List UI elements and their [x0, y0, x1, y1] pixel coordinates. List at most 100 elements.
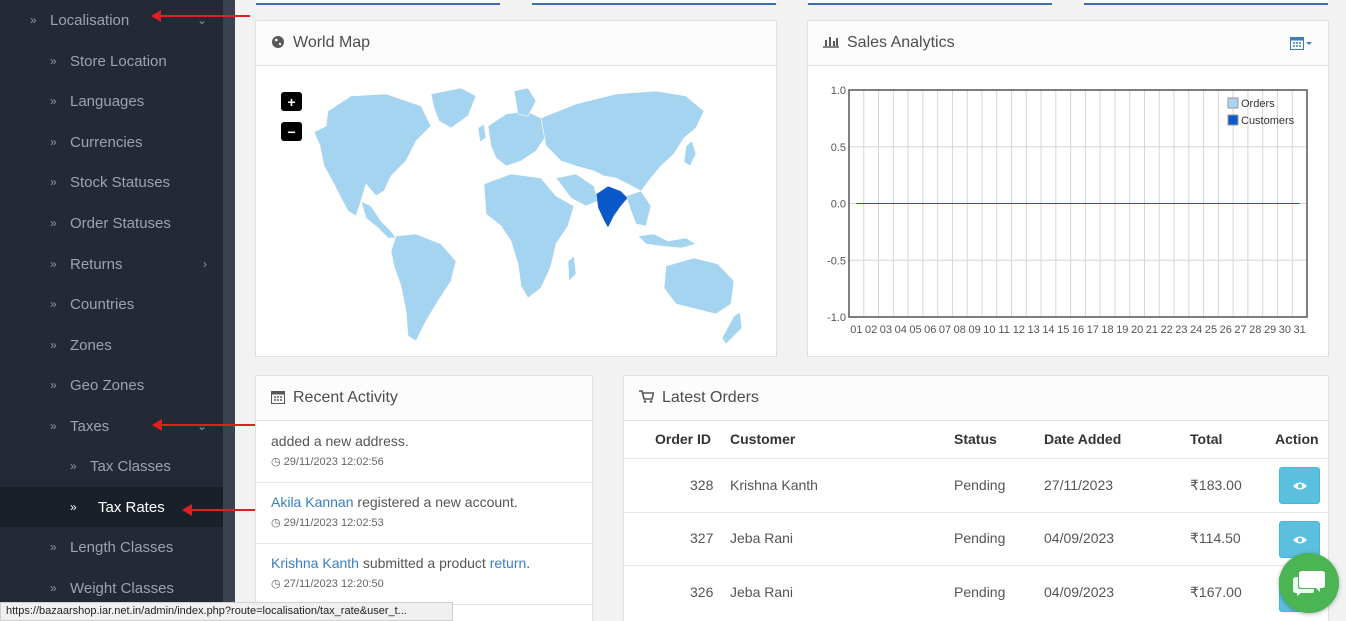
x-tick-label: 16 — [1072, 324, 1084, 336]
sidebar-item-order-statuses[interactable]: » Order Statuses — [0, 203, 223, 243]
world-map-graphic — [313, 87, 743, 345]
panel-stub — [256, 0, 500, 5]
eye-icon — [1292, 536, 1307, 543]
sidebar: » Localisation ⌄ » Store Location » Lang… — [0, 0, 235, 621]
customer-link[interactable]: Krishna Kanth — [271, 555, 359, 571]
chevron-right-icon: » — [50, 54, 57, 68]
table-row: 326 Jeba Rani Pending 04/09/2023 ₹167.00 — [624, 565, 1328, 619]
x-tick-label: 12 — [1013, 324, 1025, 336]
chevron-right-icon: » — [50, 94, 57, 108]
zoom-in-button[interactable]: + — [281, 92, 302, 111]
x-tick-label: 28 — [1249, 324, 1261, 336]
chevron-right-icon: » — [50, 581, 57, 595]
activity-item: Krishna Kanth submitted a product return… — [256, 554, 592, 605]
activity-text: registered a new account. — [353, 494, 518, 510]
order-id: 327 — [690, 530, 714, 546]
x-tick-label: 25 — [1205, 324, 1217, 336]
sidebar-item-returns[interactable]: » Returns › — [0, 244, 223, 284]
sidebar-item-countries[interactable]: » Countries — [0, 284, 223, 324]
sidebar-item-label: Store Location — [70, 52, 167, 70]
activity-text: added a new address. — [271, 433, 409, 449]
panel-title: World Map — [293, 34, 371, 51]
panel-heading: World Map — [256, 21, 776, 66]
column-header-date-added[interactable]: Date Added — [1044, 431, 1121, 447]
y-tick-label: -0.5 — [827, 255, 846, 267]
x-tick-label: 08 — [954, 324, 966, 336]
x-tick-label: 07 — [939, 324, 951, 336]
calendar-icon — [271, 390, 285, 407]
world-map[interactable]: + − — [256, 66, 776, 356]
sidebar-item-localisation[interactable]: » Localisation ⌄ — [0, 0, 223, 40]
sidebar-item-taxes[interactable]: » Taxes ⌄ — [0, 406, 223, 446]
column-header-customer[interactable]: Customer — [730, 431, 795, 447]
panel-title: Recent Activity — [293, 389, 398, 406]
order-status: Pending — [954, 530, 1006, 546]
sidebar-item-stock-statuses[interactable]: » Stock Statuses — [0, 162, 223, 202]
sidebar-item-label: Stock Statuses — [70, 173, 171, 191]
column-header-total[interactable]: Total — [1190, 431, 1222, 447]
x-tick-label: 05 — [909, 324, 921, 336]
x-tick-label: 04 — [895, 324, 907, 336]
panel-title: Latest Orders — [662, 389, 759, 406]
calendar-dropdown-button[interactable] — [1290, 36, 1312, 53]
x-tick-label: 20 — [1131, 324, 1143, 336]
column-header-status[interactable]: Status — [954, 431, 997, 447]
clock-icon: ◷ — [271, 578, 284, 590]
x-tick-label: 31 — [1293, 324, 1305, 336]
chevron-right-icon: » — [70, 459, 77, 473]
return-link[interactable]: return — [490, 555, 527, 571]
y-tick-label: 0.5 — [831, 142, 846, 154]
y-tick-label: 1.0 — [831, 85, 846, 97]
x-tick-label: 30 — [1279, 324, 1291, 336]
annotation-arrow — [152, 419, 259, 431]
chevron-right-icon: » — [70, 500, 77, 514]
activity-time: ◷ 29/11/2023 12:02:53 — [271, 516, 577, 529]
sidebar-item-label: Geo Zones — [70, 376, 145, 394]
chevron-right-icon: » — [50, 216, 57, 230]
x-tick-label: 17 — [1087, 324, 1099, 336]
customer-link[interactable]: Akila Kannan — [271, 494, 354, 510]
panel-stub — [1084, 0, 1328, 5]
sidebar-item-languages[interactable]: » Languages — [0, 81, 223, 121]
sidebar-item-zones[interactable]: » Zones — [0, 325, 223, 365]
chevron-right-icon: » — [30, 13, 37, 27]
sidebar-item-currencies[interactable]: » Currencies — [0, 122, 223, 162]
calendar-icon — [1290, 37, 1312, 50]
order-date: 04/09/2023 — [1044, 584, 1115, 600]
panel-heading: Latest Orders — [624, 376, 1328, 421]
view-order-button[interactable] — [1279, 467, 1320, 504]
x-tick-label: 09 — [968, 324, 980, 336]
x-tick-label: 26 — [1220, 324, 1232, 336]
sidebar-item-geo-zones[interactable]: » Geo Zones — [0, 365, 223, 405]
india-region[interactable] — [595, 185, 629, 229]
sidebar-item-label: Tax Classes — [90, 457, 171, 475]
customer-name: Jeba Rani — [730, 584, 794, 600]
x-tick-label: 15 — [1057, 324, 1069, 336]
x-tick-label: 18 — [1101, 324, 1113, 336]
activity-timestamp: 27/11/2023 12:20:50 — [283, 578, 384, 590]
order-date: 04/09/2023 — [1044, 530, 1115, 546]
sidebar-scrollbar[interactable] — [223, 0, 235, 621]
x-tick-label: 21 — [1146, 324, 1158, 336]
chat-button[interactable] — [1279, 553, 1339, 613]
y-tick-label: 0.0 — [831, 199, 846, 211]
sales-chart: 1.0 0.5 0.0 -0.5 -1.0 01 02 03 04 05 06 07 08 09 10 11 1… — [827, 85, 1308, 336]
zoom-out-button[interactable]: − — [281, 122, 302, 141]
sidebar-item-label: Tax Rates — [98, 498, 165, 516]
panel-heading: Sales Analytics — [808, 21, 1328, 66]
sidebar-item-length-classes[interactable]: » Length Classes — [0, 527, 223, 567]
chevron-right-icon: » — [50, 378, 57, 392]
column-header-order-id[interactable]: Order ID — [655, 431, 711, 447]
sidebar-item-tax-classes[interactable]: » Tax Classes — [0, 446, 223, 486]
sidebar-item-store-location[interactable]: » Store Location — [0, 41, 223, 81]
activity-time: ◷ 29/11/2023 12:02:56 — [271, 455, 577, 468]
sales-analytics-panel: Sales Analytics 1.0 0.5 0.0 -0.5 -1.0 01 02 03 0… — [807, 20, 1329, 357]
x-tick-label: 01 — [850, 324, 862, 336]
sidebar-item-label: Countries — [70, 295, 135, 313]
chevron-right-icon: » — [50, 297, 57, 311]
customer-name: Jeba Rani — [730, 530, 794, 546]
chat-icon — [1293, 571, 1325, 596]
sidebar-item-label: Order Statuses — [70, 214, 171, 232]
order-status: Pending — [954, 477, 1006, 493]
legend-swatch — [1227, 114, 1239, 126]
